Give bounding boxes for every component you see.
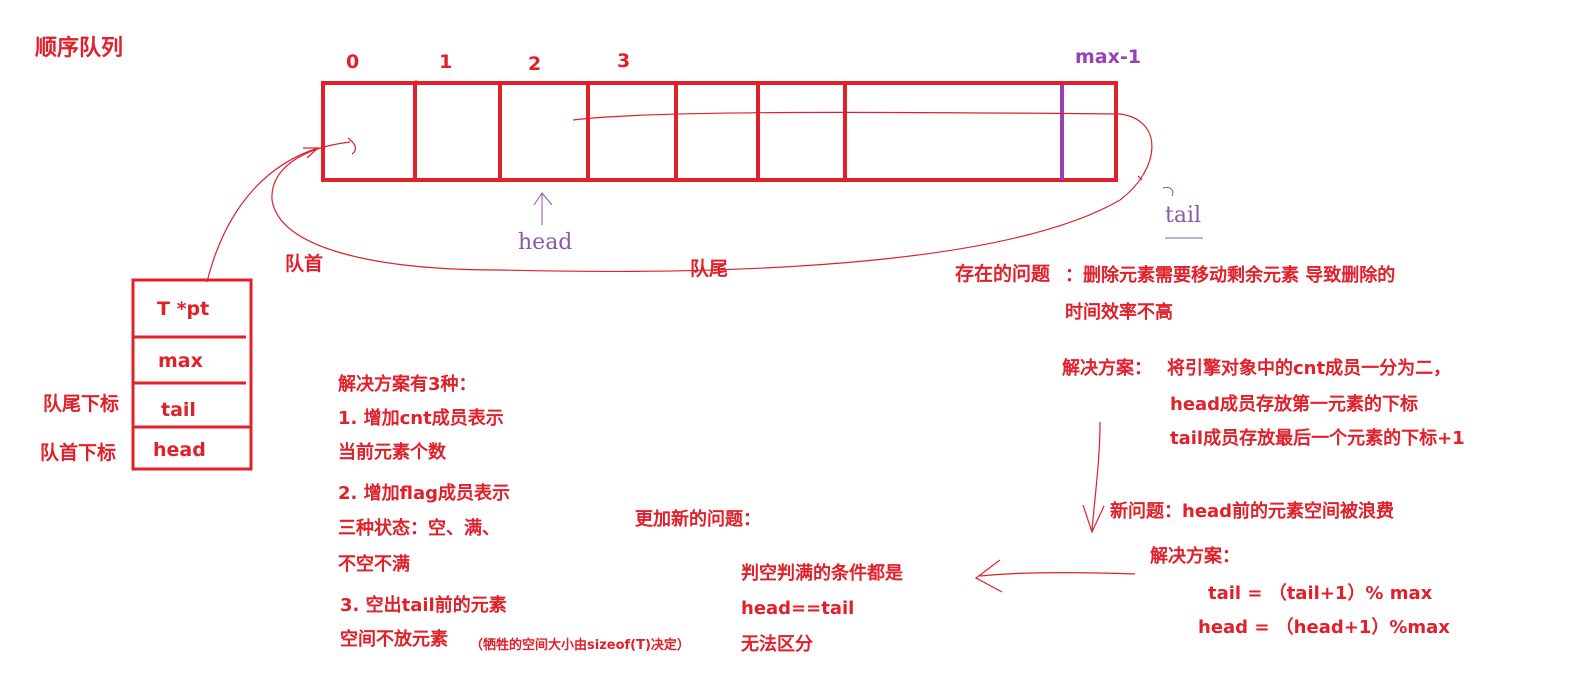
index-dot [413,80,419,86]
formula-tail: tail = （tail+1）% max [1208,583,1433,604]
further-problem-line-1: 判空判满的条件都是 [741,563,903,584]
page-title: 顺序队列 [35,36,124,61]
solution-option-2-line-2: 三种状态：空、满、 [338,518,500,539]
index-label-0: 0 [346,51,360,73]
further-problem-title: 更加新的问题： [635,509,761,530]
handwritten-head-label: head [518,230,573,255]
further-problem-line-2: head==tail [741,598,855,619]
solution-option-1-line-2: 当前元素个数 [338,442,446,463]
problem-line-2: 时间效率不高 [1065,302,1173,323]
further-problem-line-3: 无法区分 [741,634,813,655]
problem-label: 存在的问题 [955,263,1051,285]
index-label-max-minus-1: max-1 [1075,46,1141,68]
new-problem-text: 新问题：head前的元素空间被浪费 [1110,501,1395,522]
solution-1-line-2: head成员存放第一元素的下标 [1170,394,1419,415]
struct-field-head: head [153,439,206,461]
solution-option-2-line-1: 2. 增加flag成员表示 [338,483,511,504]
down-arrow-line [1091,421,1101,531]
solution-option-2-line-3: 不空不满 [338,554,410,575]
handwritten-tail-label: tail [1165,203,1202,228]
index-label-1: 1 [439,51,453,73]
queue-array [321,81,1118,182]
left-arrow-line [979,572,1136,577]
tail-pointer-mark [1162,187,1174,197]
head-index-side-label: 队首下标 [40,442,117,464]
left-arrow-head [974,559,1003,593]
struct-field-tail: tail [161,399,196,421]
problem-line-1: ：删除元素需要移动剩余元素 导致删除的 [1065,265,1396,286]
solution-2-label: 解决方案： [1150,546,1240,567]
solution-1-line-1: 将引擎对象中的cnt成员一分为二， [1167,358,1452,379]
wrap-around-loop [271,111,1153,272]
solution-1-line-3: tail成员存放最后一个元素的下标+1 [1170,428,1465,449]
solution-option-3-line-2: 空间不放元素 [340,629,448,650]
three-solutions-title: 解决方案有3种： [338,374,477,395]
tail-index-side-label: 队尾下标 [43,393,120,415]
loop-arrow-head [347,137,357,155]
solution-option-3-note: （牺牲的空间大小由sizeof(T)决定） [470,638,690,653]
solution-option-3-line-1: 3. 空出tail前的元素 [340,595,507,616]
solution-option-1-line-1: 1. 增加cnt成员表示 [338,408,504,429]
struct-field-max: max [158,350,203,372]
formula-head: head = （head+1）%max [1198,617,1450,638]
head-pointer-arrow [533,192,553,225]
index-label-2: 2 [528,53,542,75]
struct-field-pt: T *pt [157,298,210,320]
index-label-3: 3 [617,50,631,72]
array-outline [321,81,1118,182]
queue-rear-label: 队尾 [690,258,729,280]
queue-front-label: 队首 [285,253,324,275]
solution-1-label: 解决方案： [1062,358,1152,379]
